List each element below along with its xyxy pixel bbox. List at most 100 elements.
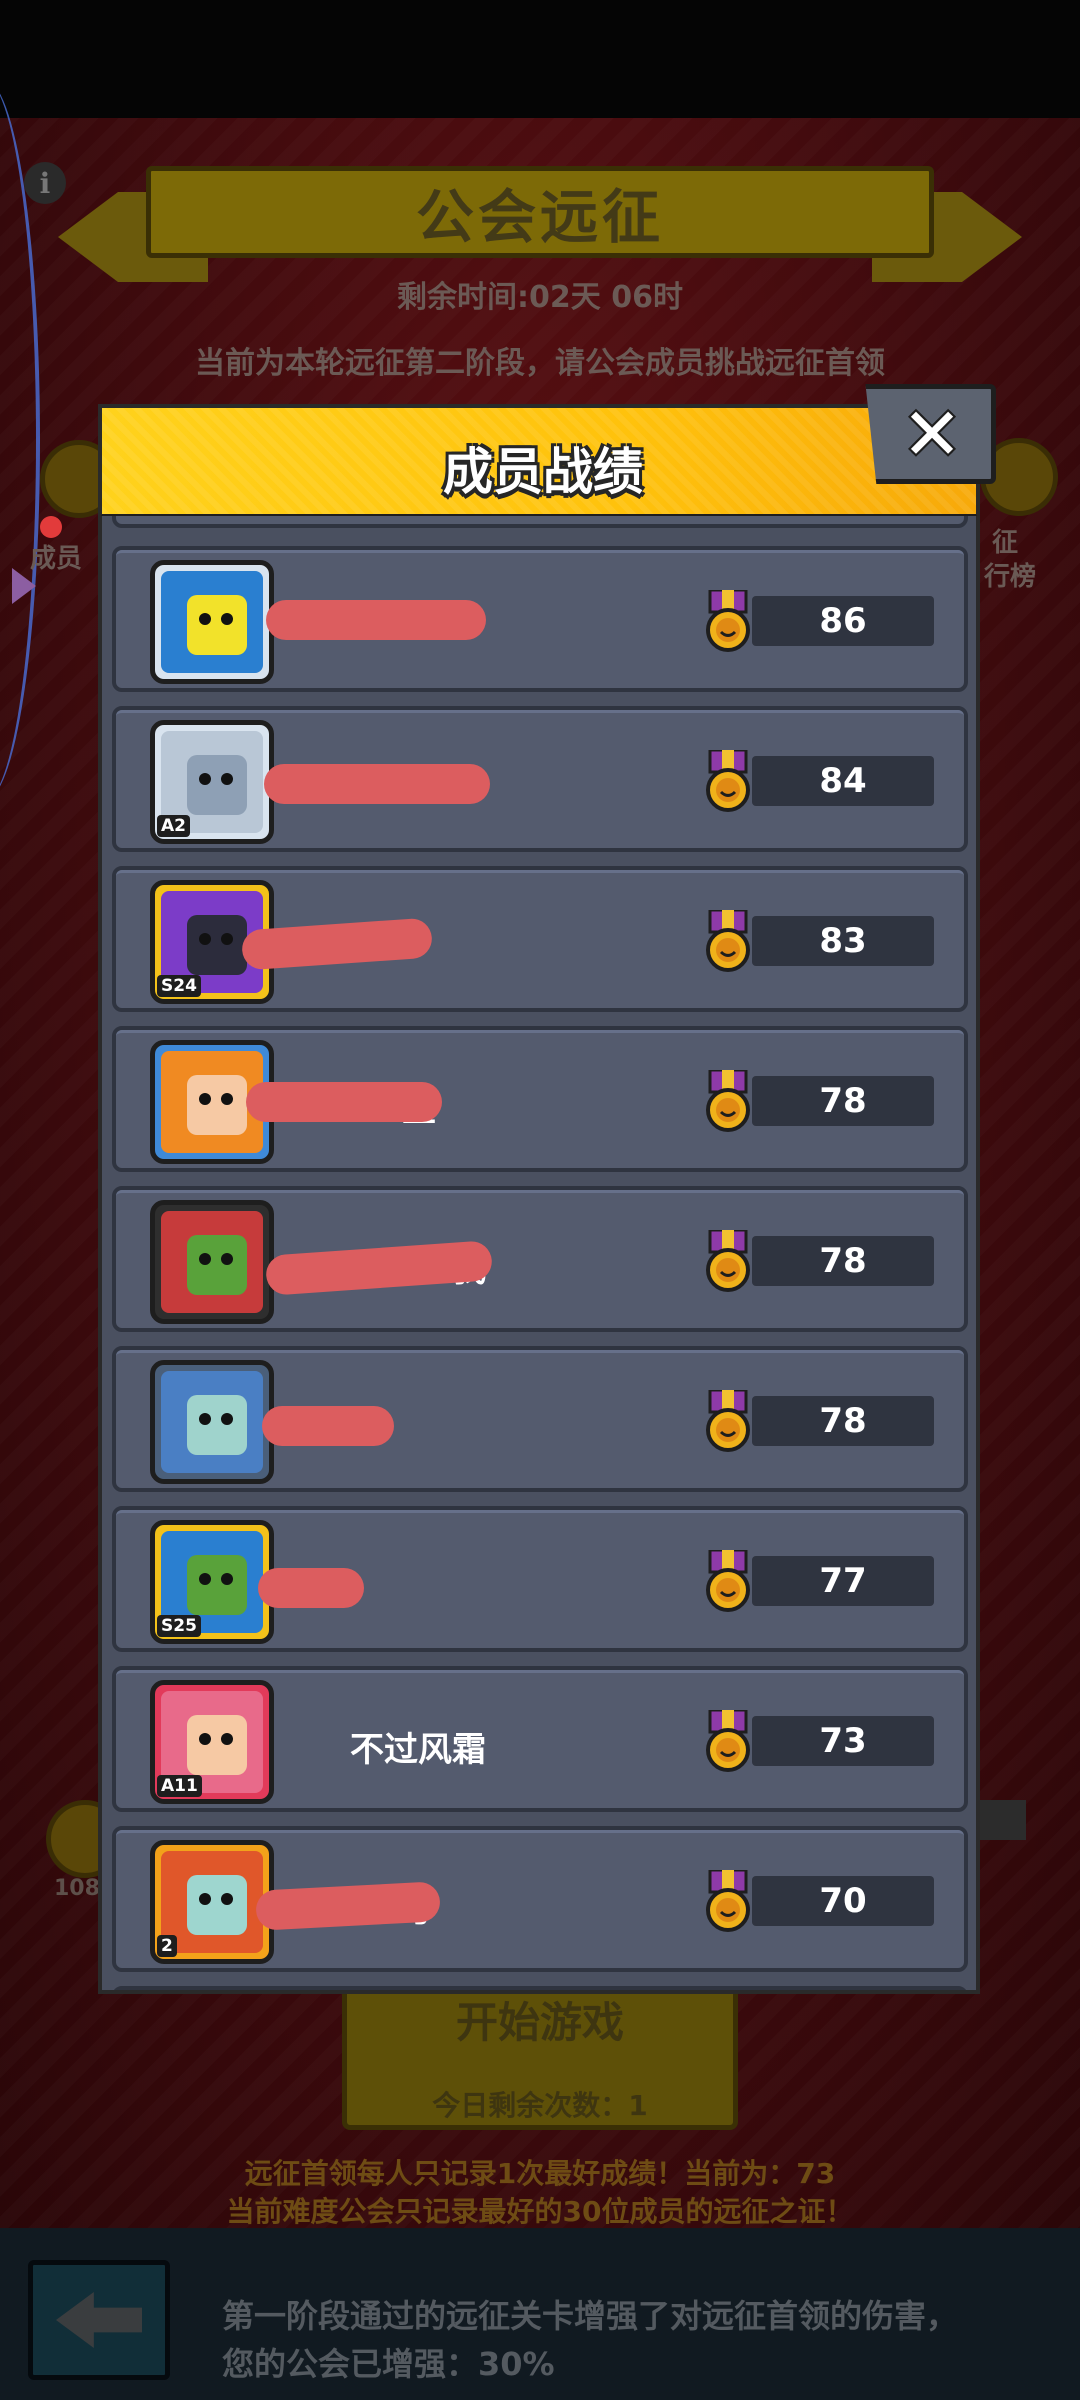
- ranking-label-1: 征: [992, 528, 1019, 558]
- name-redaction: [262, 1406, 394, 1446]
- medal-icon: [706, 1710, 750, 1772]
- member-row[interactable]: S24 83: [112, 866, 968, 1012]
- score-box: 86: [752, 596, 934, 646]
- member-avatar[interactable]: 2: [150, 1840, 274, 1964]
- eye: [221, 1413, 233, 1425]
- member-name: 不过风霜: [350, 1730, 486, 1770]
- boost-info: 第一阶段通过的远征关卡增强了对远征首领的伤害， 您的公会已增强：30%: [222, 2292, 1042, 2388]
- character-icon: [187, 1075, 247, 1135]
- close-icon: ✕: [901, 392, 963, 476]
- member-score: 78: [819, 1081, 867, 1121]
- medal-icon: [706, 1550, 750, 1612]
- member-row[interactable]: 我78: [112, 1186, 968, 1332]
- member-avatar[interactable]: [150, 560, 274, 684]
- eye: [221, 1093, 233, 1105]
- start-game-button[interactable]: 开始游戏 今日剩余次数：1: [342, 1980, 738, 2130]
- close-button[interactable]: ✕: [865, 384, 996, 484]
- member-avatar[interactable]: [150, 1360, 274, 1484]
- eye: [199, 1253, 211, 1265]
- dialog-title: 成员战绩: [443, 443, 643, 501]
- score-box: 78: [752, 1396, 934, 1446]
- member-row[interactable]: S25了77: [112, 1506, 968, 1652]
- avatar-rank-tag: A11: [157, 1775, 202, 1797]
- eye: [199, 1413, 211, 1425]
- character-icon: [187, 915, 247, 975]
- time-remaining: 剩余时间:02天 06时: [397, 280, 683, 315]
- avatar-background: [161, 1371, 263, 1473]
- eye: [221, 1573, 233, 1585]
- character-icon: [187, 1875, 247, 1935]
- member-score: 78: [819, 1401, 867, 1441]
- member-avatar[interactable]: A2: [150, 720, 274, 844]
- eye: [221, 773, 233, 785]
- member-score: 70: [819, 1881, 867, 1921]
- eye: [199, 773, 211, 785]
- medal-icon: [706, 590, 750, 652]
- member-row[interactable]: 2号70: [112, 1826, 968, 1972]
- character-icon: [187, 1715, 247, 1775]
- member-row-partial[interactable]: [112, 516, 968, 528]
- eye: [199, 933, 211, 945]
- member-row-partial[interactable]: [112, 1986, 968, 1990]
- score-box: 78: [752, 1076, 934, 1126]
- page-title: 公会远征: [415, 183, 664, 251]
- avatar-background: [161, 1211, 263, 1313]
- member-avatar[interactable]: A11: [150, 1680, 274, 1804]
- medal-icon: [706, 1230, 750, 1292]
- member-avatar[interactable]: [150, 1200, 274, 1324]
- info-icon[interactable]: i: [24, 162, 66, 204]
- status-bar: [0, 0, 1080, 118]
- member-score: 84: [819, 761, 867, 801]
- character-icon: [187, 1395, 247, 1455]
- character-icon: [187, 1555, 247, 1615]
- dialog-header: 成员战绩: [98, 404, 980, 520]
- name-redaction: [258, 1568, 364, 1608]
- member-row[interactable]: A11 不过风霜 73: [112, 1666, 968, 1812]
- medal-icon: [706, 1390, 750, 1452]
- eye: [199, 1733, 211, 1745]
- eye: [221, 613, 233, 625]
- member-list-panel[interactable]: 86A284S2483主78我7878S25了77A11不过风霜732号70: [98, 516, 980, 1994]
- member-row[interactable]: 86: [112, 546, 968, 692]
- score-box: 83: [752, 916, 934, 966]
- record-note: 远征首领每人只记录1次最好成绩！当前为：73: [244, 2157, 836, 2190]
- member-row[interactable]: A2 84: [112, 706, 968, 852]
- name-redaction: [264, 764, 490, 804]
- remaining-attempts: 今日剩余次数：1: [432, 2089, 648, 2122]
- member-score: 86: [819, 601, 867, 641]
- eye: [199, 613, 211, 625]
- back-button[interactable]: [28, 2260, 170, 2380]
- member-records-dialog: 成员战绩 ✕ 86A284S2483主78我7878S25了77A11不过风霜7…: [94, 384, 996, 1994]
- member-row[interactable]: 主78: [112, 1026, 968, 1172]
- start-game-label: 开始游戏: [455, 1998, 624, 2047]
- member-score: 77: [819, 1561, 867, 1601]
- character-icon: [187, 595, 247, 655]
- avatar-background: [161, 571, 263, 673]
- boost-line-2: 您的公会已增强：30%: [222, 2345, 555, 2383]
- member-score: 73: [819, 1721, 867, 1761]
- medal-icon: [706, 910, 750, 972]
- eye: [221, 933, 233, 945]
- score-box: 78: [752, 1236, 934, 1286]
- score-box: 73: [752, 1716, 934, 1766]
- boost-line-1: 第一阶段通过的远征关卡增强了对远征首领的伤害，: [222, 2297, 959, 2335]
- medal-icon: [706, 1870, 750, 1932]
- member-row[interactable]: 78: [112, 1346, 968, 1492]
- ranking-label-2: 行榜: [984, 562, 1037, 592]
- eye: [221, 1893, 233, 1905]
- eye: [199, 1573, 211, 1585]
- difficulty-note: 当前难度公会只记录最好的30位成员的远征之证！: [226, 2195, 854, 2228]
- score-box: 77: [752, 1556, 934, 1606]
- title-banner: 公会远征: [146, 166, 934, 258]
- avatar-rank-tag: S25: [157, 1615, 201, 1637]
- stage-tip: 当前为本轮远征第二阶段，请公会成员挑战远征首领: [195, 346, 885, 381]
- avatar-rank-tag: A2: [157, 815, 190, 837]
- eye: [221, 1253, 233, 1265]
- member-score: 78: [819, 1241, 867, 1281]
- avatar-rank-tag: 2: [157, 1935, 177, 1957]
- member-avatar[interactable]: S25: [150, 1520, 274, 1644]
- name-redaction: [246, 1082, 442, 1122]
- side-arrow-icon[interactable]: [12, 568, 36, 604]
- score-box: 84: [752, 756, 934, 806]
- character-icon: [187, 755, 247, 815]
